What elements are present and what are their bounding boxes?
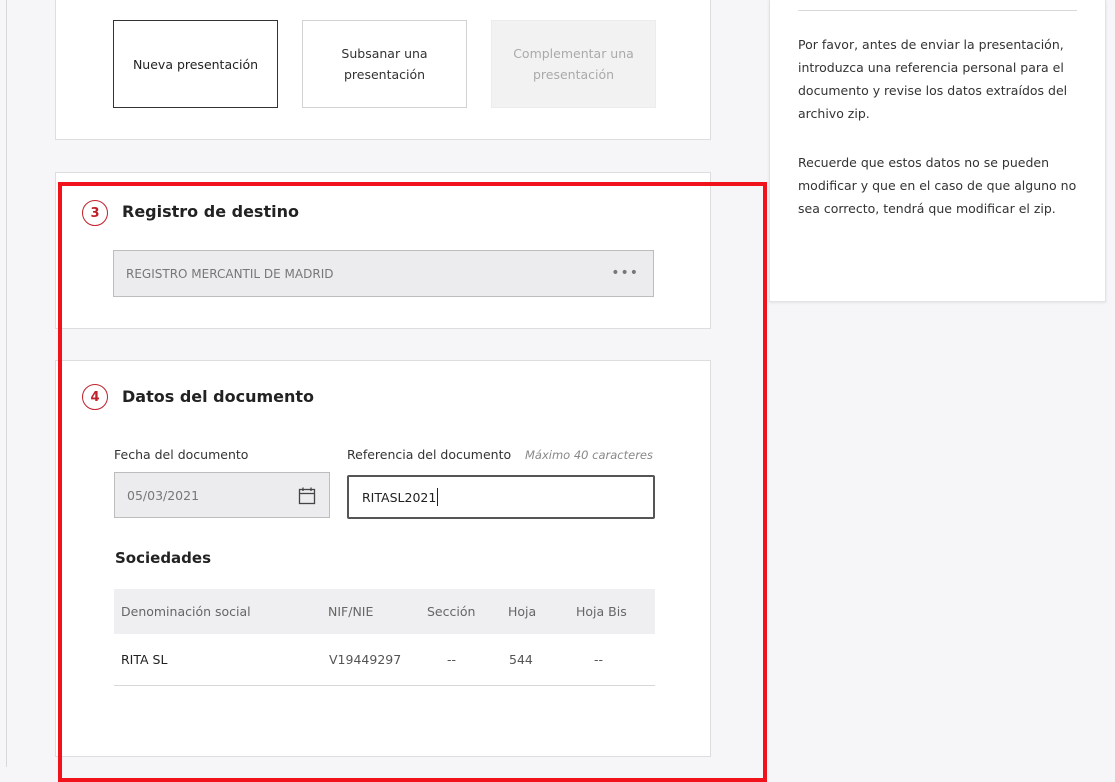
destination-registry-title: Registro de destino — [122, 202, 299, 221]
nif-cell: V19449297 — [329, 652, 402, 667]
document-date-label: Fecha del documento — [114, 447, 249, 462]
help-paragraph-1: Por favor, antes de enviar la presentaci… — [798, 37, 1068, 121]
destination-registry-field[interactable]: REGISTRO MERCANTIL DE MADRID ••• — [113, 250, 654, 297]
amend-presentation-button[interactable]: Subsanar una presentación — [302, 20, 467, 108]
document-reference-value: RITASL2021 — [362, 489, 437, 505]
companies-table: Denominación social NIF/NIE Sección Hoja… — [114, 589, 655, 686]
company-name-cell: RITA SL — [121, 652, 168, 667]
text-cursor — [437, 488, 439, 506]
complement-presentation-button: Complementar una presentación — [491, 20, 656, 108]
sheet-cell: 544 — [509, 652, 533, 667]
destination-registry-card: 3 Registro de destino REGISTRO MERCANTIL… — [55, 172, 711, 329]
column-header: Hoja Bis — [576, 604, 627, 619]
more-options-icon[interactable]: ••• — [611, 265, 639, 281]
step-number-3: 3 — [82, 200, 108, 226]
section-cell: -- — [447, 652, 457, 667]
help-divider — [798, 10, 1077, 11]
help-paragraph-2: Recuerde que estos datos no se pueden mo… — [798, 155, 1077, 216]
column-header: Sección — [427, 604, 476, 619]
document-date-value: 05/03/2021 — [127, 487, 200, 503]
calendar-icon[interactable] — [297, 486, 317, 506]
companies-title: Sociedades — [115, 549, 212, 567]
table-row: RITA SL V19449297 -- 544 -- — [114, 634, 655, 686]
document-reference-input[interactable]: RITASL2021 — [347, 475, 655, 519]
table-header: Denominación social NIF/NIE Sección Hoja… — [114, 589, 655, 634]
new-presentation-button[interactable]: Nueva presentación — [113, 20, 278, 108]
help-panel: Por favor, antes de enviar la presentaci… — [769, 0, 1106, 302]
column-header: NIF/NIE — [328, 604, 374, 619]
document-data-card: 4 Datos del documento Fecha del document… — [55, 360, 711, 757]
document-date-field[interactable]: 05/03/2021 — [114, 472, 330, 518]
presentation-type-card: Nueva presentación Subsanar una presenta… — [55, 0, 711, 140]
document-reference-label: Referencia del documento — [347, 447, 512, 462]
destination-registry-value: REGISTRO MERCANTIL DE MADRID — [126, 266, 334, 281]
column-header: Denominación social — [121, 604, 251, 619]
page-left-border — [0, 0, 7, 767]
column-header: Hoja — [508, 604, 537, 619]
step-number-4: 4 — [82, 384, 108, 410]
document-data-title: Datos del documento — [122, 387, 315, 406]
sheet-bis-cell: -- — [594, 652, 604, 667]
document-reference-hint: Máximo 40 caracteres — [525, 448, 653, 462]
